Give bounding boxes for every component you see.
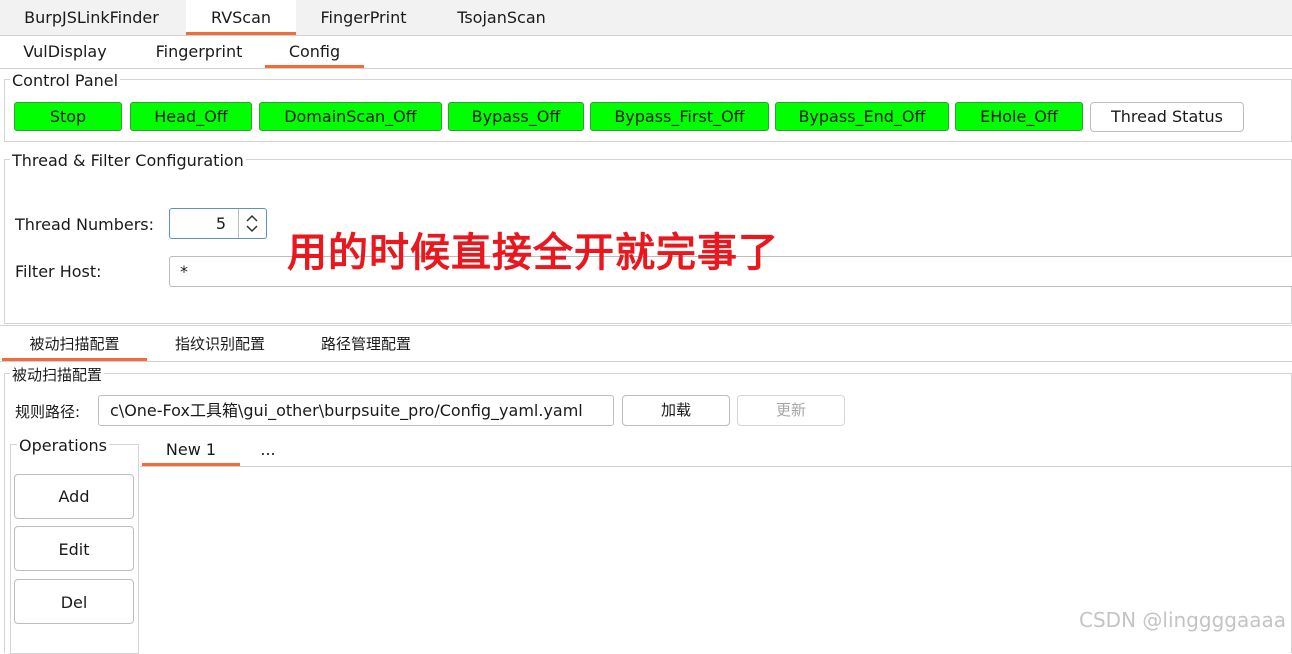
bypass-end-off-button[interactable]: Bypass_End_Off [775, 102, 949, 131]
top-tab-bar: BurpJSLinkFinder RVScan FingerPrint Tsoj… [0, 0, 1292, 36]
operations-title: Operations [17, 436, 109, 455]
rule-path-input[interactable]: c\One-Fox工具箱\gui_other\burpsuite_pro/Con… [98, 395, 614, 426]
head-off-button[interactable]: Head_Off [130, 102, 252, 131]
tab-fingerprint-sub[interactable]: Fingerprint [136, 36, 262, 68]
domainscan-off-button[interactable]: DomainScan_Off [259, 102, 442, 131]
filter-host-label: Filter Host: [15, 262, 102, 281]
tab-config[interactable]: Config [265, 36, 364, 68]
watermark: CSDN @linggggaaaa [1079, 608, 1286, 632]
bypass-off-button[interactable]: Bypass_Off [448, 102, 584, 131]
ehole-off-button[interactable]: EHole_Off [955, 102, 1083, 131]
rule-tab-bar: New 1 ... [140, 435, 1292, 467]
overlay-annotation: 用的时候直接全开就完事了 [287, 230, 779, 276]
tab-fingerprint-config[interactable]: 指纹识别配置 [150, 326, 290, 361]
tab-new-1[interactable]: New 1 [142, 435, 240, 466]
spinner-arrows-icon[interactable] [238, 209, 266, 238]
control-panel-title: Control Panel [10, 71, 121, 90]
tab-vuldisplay[interactable]: VulDisplay [0, 36, 130, 68]
tab-fingerprint[interactable]: FingerPrint [300, 0, 427, 35]
tab-passive-scan-config[interactable]: 被动扫描配置 [2, 326, 147, 361]
tab-rvscan[interactable]: RVScan [186, 0, 296, 35]
thread-numbers-value: 5 [215, 214, 226, 233]
sub-tab-bar: VulDisplay Fingerprint Config [0, 36, 1292, 69]
del-button[interactable]: Del [14, 579, 134, 624]
update-button[interactable]: 更新 [737, 395, 845, 426]
thread-status-button[interactable]: Thread Status [1090, 102, 1244, 132]
stop-button[interactable]: Stop [14, 102, 122, 131]
tab-path-config[interactable]: 路径管理配置 [296, 326, 436, 361]
bypass-first-off-button[interactable]: Bypass_First_Off [590, 102, 769, 131]
passive-scan-title: 被动扫描配置 [10, 366, 105, 384]
config-tab-bar: 被动扫描配置 指纹识别配置 路径管理配置 [0, 325, 1292, 362]
thread-numbers-label: Thread Numbers: [15, 215, 155, 234]
edit-button[interactable]: Edit [14, 526, 134, 571]
tab-more[interactable]: ... [248, 435, 288, 466]
add-button[interactable]: Add [14, 474, 134, 519]
thread-numbers-spinner[interactable]: 5 [169, 208, 267, 239]
load-button[interactable]: 加载 [622, 395, 730, 426]
tab-tsojanscan[interactable]: TsojanScan [430, 0, 573, 35]
rule-path-label: 规则路径: [15, 403, 81, 421]
thread-filter-title: Thread & Filter Configuration [10, 151, 246, 170]
tab-burpjslinkfinder[interactable]: BurpJSLinkFinder [0, 0, 183, 35]
